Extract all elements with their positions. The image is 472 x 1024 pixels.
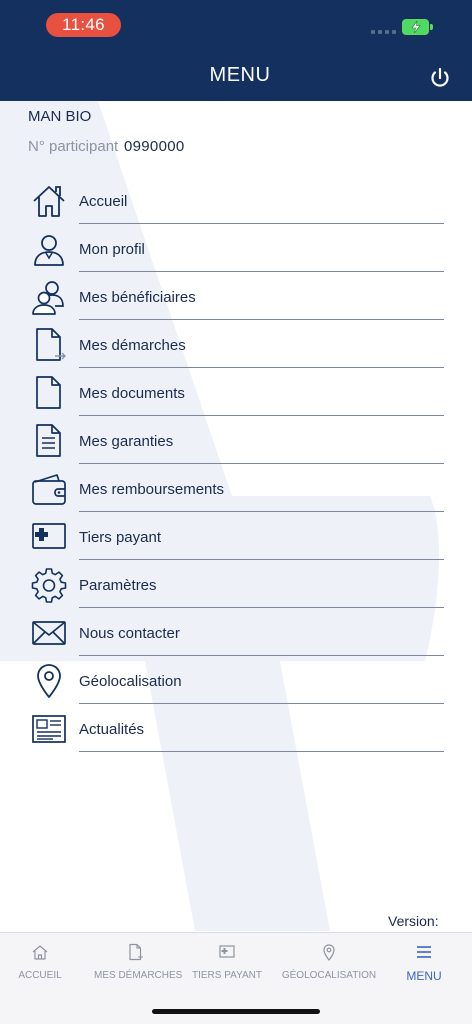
divider [79, 559, 444, 560]
menu-item-label: Mes bénéficiaires [79, 289, 196, 306]
user-name: MAN BIO [28, 108, 92, 125]
divider [79, 511, 444, 512]
signal-icon [371, 30, 396, 34]
status-time: 11:46 [46, 13, 121, 37]
newspaper-icon [32, 715, 66, 743]
tab-label: MES DÉMARCHES [94, 970, 183, 981]
menu-item-mes-garanties[interactable]: Mes garanties [0, 417, 472, 465]
menu-item-label: Mes garanties [79, 433, 174, 450]
tab-label: ACCUEIL [18, 970, 62, 981]
participant-number: 0990000 [124, 138, 185, 155]
menu-item-mes-documents[interactable]: Mes documents [0, 369, 472, 417]
divider [79, 271, 444, 272]
menu-item-label: Géolocalisation [79, 673, 182, 690]
tab-tiers-payant[interactable]: TIERS PAYANT [192, 943, 262, 993]
tab-accueil[interactable]: ACCUEIL [10, 943, 70, 993]
home-indicator[interactable] [152, 1009, 320, 1014]
power-icon[interactable] [428, 66, 452, 90]
divider [79, 607, 444, 608]
tab-geolocalisation[interactable]: GÉOLOCALISATION [274, 943, 384, 993]
location-pin-icon [323, 944, 335, 961]
tab-mes-demarches[interactable]: MES DÉMARCHES [94, 943, 183, 993]
home-icon [32, 945, 48, 960]
menu-item-label: Mon profil [79, 241, 145, 258]
menu-item-label: Accueil [79, 193, 128, 210]
menu-item-label: Mes documents [79, 385, 185, 402]
menu-item-nous-contacter[interactable]: Nous contacter [0, 609, 472, 657]
medical-card-icon [219, 945, 235, 958]
gear-icon [31, 568, 67, 603]
menu-item-label: Tiers payant [79, 529, 161, 546]
menu-item-mes-demarches[interactable]: Mes démarches [0, 321, 472, 369]
document-arrow-icon [36, 328, 66, 361]
menu-item-tiers-payant[interactable]: Tiers payant [0, 513, 472, 561]
app-header: 11:46 MENU [0, 0, 472, 101]
participant-label: N° participant [28, 138, 119, 155]
battery-tip [430, 24, 433, 30]
divider [79, 319, 444, 320]
divider [79, 367, 444, 368]
menu-item-label: Mes remboursements [79, 481, 225, 498]
tab-menu[interactable]: MENU [396, 943, 452, 993]
divider [79, 751, 444, 752]
menu-item-mes-beneficiaires[interactable]: Mes bénéficiaires [0, 273, 472, 321]
divider [79, 223, 444, 224]
tab-label: MENU [406, 969, 442, 983]
medical-card-icon [32, 523, 66, 549]
menu-item-label: Paramètres [79, 577, 157, 594]
menu-item-mon-profil[interactable]: Mon profil [0, 225, 472, 273]
divider [79, 415, 444, 416]
envelope-icon [32, 621, 66, 645]
menu-item-parametres[interactable]: Paramètres [0, 561, 472, 609]
document-arrow-icon [129, 943, 143, 961]
menu-item-mes-remboursements[interactable]: Mes remboursements [0, 465, 472, 513]
menu-item-actualites[interactable]: Actualités [0, 705, 472, 753]
page-title: MENU [209, 64, 271, 86]
divider [79, 655, 444, 656]
tab-label: TIERS PAYANT [192, 970, 263, 981]
divider [79, 703, 444, 704]
beneficiaries-icon [32, 281, 64, 315]
menu-item-accueil[interactable]: Accueil [0, 177, 472, 225]
hamburger-icon [417, 946, 431, 958]
tab-label: GÉOLOCALISATION [281, 970, 377, 981]
home-icon [33, 186, 65, 217]
document-icon [36, 376, 61, 409]
menu-item-geolocalisation[interactable]: Géolocalisation [0, 657, 472, 705]
user-icon [34, 235, 64, 266]
menu-item-label: Actualités [79, 721, 145, 738]
document-lines-icon [36, 424, 61, 457]
menu-item-label: Nous contacter [79, 625, 180, 642]
wallet-icon [32, 474, 66, 505]
divider [79, 463, 444, 464]
menu-item-label: Mes démarches [79, 337, 186, 354]
battery-icon [402, 19, 429, 35]
location-pin-icon [37, 664, 61, 698]
